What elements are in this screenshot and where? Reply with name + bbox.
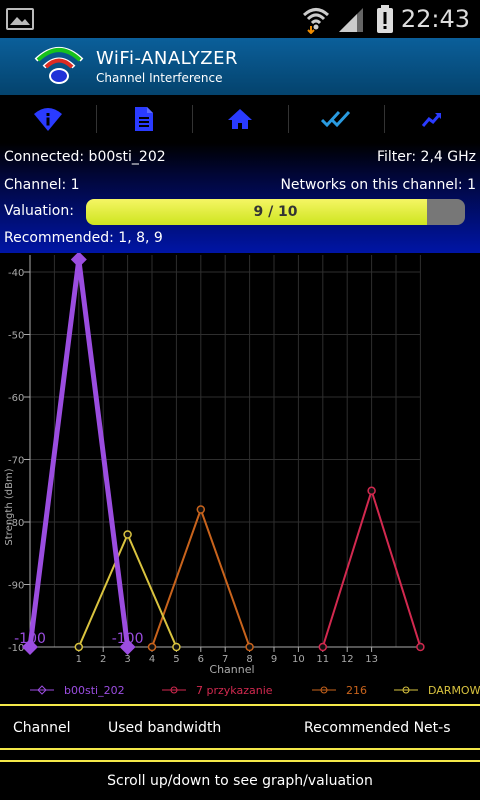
legend-label: b00sti_202 [64, 684, 125, 697]
home-icon [228, 109, 252, 129]
recommended-label: Recommended: 1, 8, 9 [4, 230, 163, 246]
double-check-icon [321, 110, 351, 128]
x-tick-label: 6 [198, 654, 204, 665]
wifi-info-button[interactable] [0, 95, 96, 143]
x-tick-label: 4 [149, 654, 155, 665]
data-point [367, 486, 376, 495]
data-point [318, 642, 328, 652]
x-tick-label: 11 [316, 654, 329, 665]
connected-label: Connected: b00sti_202 [4, 149, 166, 165]
y-tick-label: -90 [8, 581, 24, 592]
home-button[interactable] [192, 95, 288, 143]
x-tick-label: 5 [173, 654, 179, 665]
info-panel: Connected: b00sti_202 Filter: 2,4 GHz Ch… [0, 143, 480, 253]
app-subtitle: Channel Interference [96, 71, 223, 85]
trend-icon [421, 113, 442, 127]
networks-label: Networks on this channel: 1 [280, 177, 476, 193]
document-icon [135, 107, 153, 131]
wifi-info-icon [34, 108, 62, 131]
data-point [74, 642, 84, 652]
y-tick-label: -60 [8, 393, 24, 404]
y-axis-label: Strength (dBm) [4, 468, 15, 545]
image-icon [6, 8, 34, 30]
x-tick-label: 2 [100, 654, 106, 665]
app-logo-icon [34, 47, 84, 84]
signal-icon [338, 8, 363, 32]
x-axis-label: Channel [209, 663, 254, 676]
data-label: -100 [112, 631, 144, 647]
status-bar: 22:43 [0, 0, 480, 38]
x-tick-label: 3 [124, 654, 130, 665]
valuation-bar: 9 / 10 [86, 199, 465, 225]
x-tick-label: 12 [341, 654, 354, 665]
data-point [70, 253, 87, 268]
data-label: -100 [14, 631, 46, 647]
legend-label: 216 [346, 684, 367, 697]
data-point [123, 530, 132, 539]
tab-used-bandwidth[interactable]: Used bandwidth [108, 706, 221, 750]
filter-label: Filter: 2,4 GHz [376, 149, 476, 165]
data-point [147, 642, 157, 652]
tab-bar: Channel Used bandwidth Recommended Net-s [0, 704, 480, 750]
y-tick-label: -40 [8, 268, 24, 279]
trend-button[interactable] [384, 95, 480, 143]
data-point [172, 642, 181, 652]
x-tick-label: 10 [292, 654, 305, 665]
app-bar: WiFi-ANALYZER Channel Interference [0, 38, 480, 95]
legend-label: 7 przykazanie [196, 684, 273, 697]
toolbar [0, 95, 480, 143]
legend-label: DARMOWY [428, 684, 480, 697]
x-tick-label: 13 [365, 654, 378, 665]
y-tick-label: -70 [8, 456, 24, 467]
x-tick-label: 1 [76, 654, 82, 665]
y-tick-label: -50 [8, 331, 24, 342]
scroll-hint: Scroll up/down to see graph/valuation [0, 760, 480, 800]
channel-chart: -40-50-60-70-80-90-1001 2 3 4 5 6 7 8 9 10 11 12 13C… [4, 253, 480, 697]
double-check-button[interactable] [288, 95, 384, 143]
x-tick-label: 9 [271, 654, 277, 665]
data-point [245, 642, 254, 652]
status-time: 22:43 [400, 5, 470, 33]
data-point [416, 642, 425, 652]
document-button[interactable] [96, 95, 192, 143]
valuation-label: Valuation: [4, 203, 74, 219]
data-point [196, 505, 206, 514]
alert-battery-icon [376, 5, 393, 33]
wifi-icon [302, 8, 329, 34]
tab-channel[interactable]: Channel [13, 706, 70, 750]
valuation-text: 9 / 10 [253, 204, 298, 220]
app-title: WiFi-ANALYZER [96, 48, 238, 69]
channel-label: Channel: 1 [4, 177, 80, 193]
tab-recommended[interactable]: Recommended Net-s [304, 706, 451, 750]
